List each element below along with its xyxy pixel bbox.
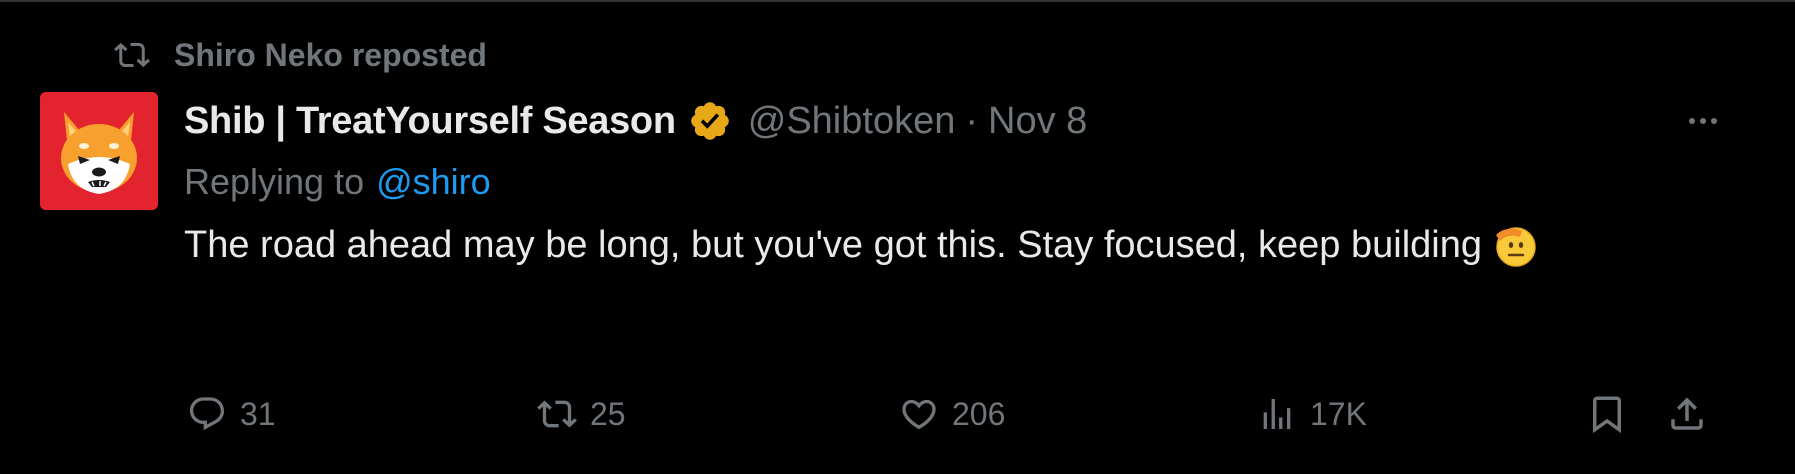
author-handle[interactable]: @Shibtoken [748,100,956,143]
heart-icon [896,391,942,437]
author-name[interactable]: Shib | TreatYourself Season [184,100,676,143]
tweet-actions: 31 25 206 17K [184,384,1754,444]
reply-icon [184,391,230,437]
replying-to: Replying to @shiro [184,154,1755,210]
analytics-icon [1254,391,1300,437]
share-icon [1664,391,1710,437]
reply-button[interactable]: 31 [184,384,276,444]
tweet-content: Shib | TreatYourself Season @Shibtoken ·… [184,92,1755,274]
verified-badge-icon[interactable] [688,99,732,143]
shiba-logo-icon [40,92,158,210]
tweet-date[interactable]: Nov 8 [988,100,1087,143]
repost-icon [110,33,154,77]
share-button[interactable] [1664,384,1720,444]
replying-mention-link[interactable]: @shiro [376,161,491,203]
saluting-face-emoji-icon [1492,221,1540,269]
views-count: 17K [1310,395,1367,432]
bookmark-button[interactable] [1584,384,1640,444]
repost-button[interactable]: 25 [534,384,626,444]
repost-count: 25 [590,395,626,432]
tweet-text: The road ahead may be long, but you've g… [184,216,1604,274]
repost-indicator[interactable]: Shiro Neko reposted [110,32,487,78]
bookmark-icon [1584,391,1630,437]
reply-count: 31 [240,395,276,432]
tweet-card[interactable]: Shiro Neko reposted Shib | TreatYourself… [0,0,1795,474]
separator-dot: · [965,99,978,142]
replying-prefix: Replying to [184,161,365,202]
tweet-header: Shib | TreatYourself Season @Shibtoken ·… [184,92,1755,150]
tweet-body: The road ahead may be long, but you've g… [184,224,1482,266]
views-button[interactable]: 17K [1254,384,1367,444]
like-count: 206 [952,395,1006,432]
like-button[interactable]: 206 [896,384,1005,444]
more-options-icon[interactable] [1681,106,1725,136]
avatar[interactable] [40,92,158,210]
repost-label: Shiro Neko reposted [174,36,487,73]
repost-action-icon [534,391,580,437]
